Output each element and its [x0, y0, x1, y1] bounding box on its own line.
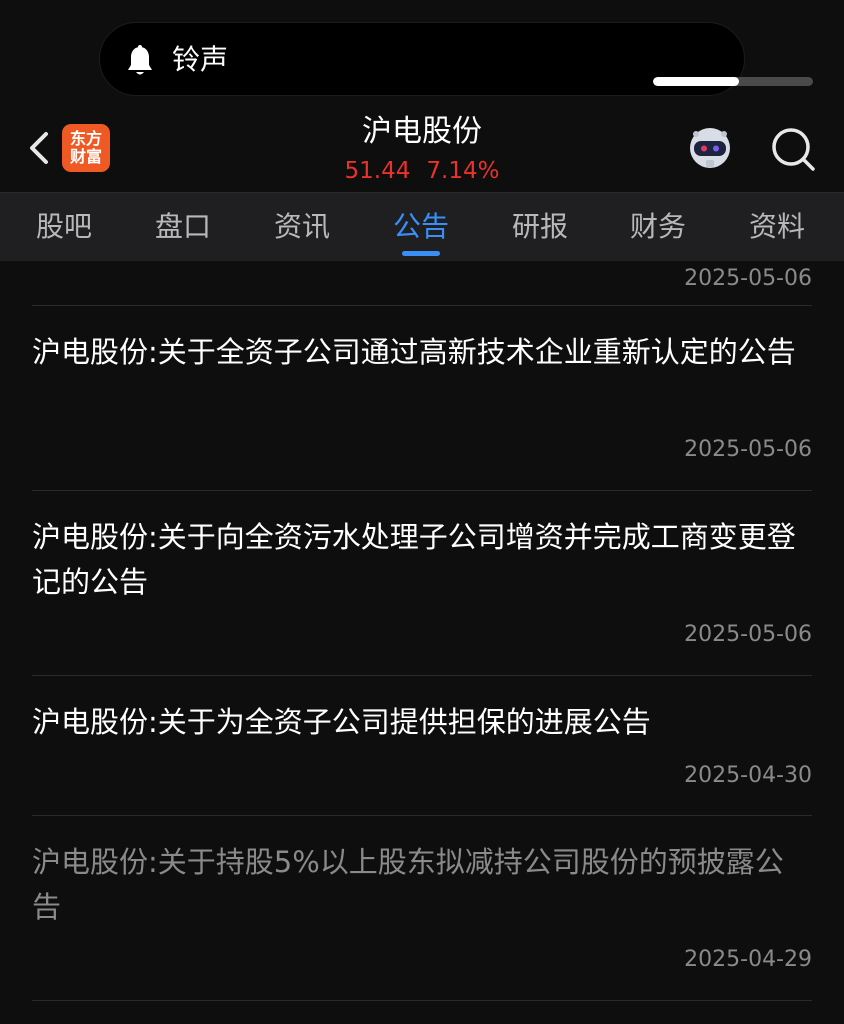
- app-screen: 铃声 东方 财富 沪电股份 51.44 7.14% 股吧 盘口 资讯 公告 研报…: [0, 0, 844, 1024]
- volume-bar: [653, 77, 813, 86]
- stock-price: 51.44: [344, 158, 411, 184]
- announcement-date: 2025-04-29: [684, 947, 812, 972]
- announcement-title: 沪电股份:关于向全资污水处理子公司增资并完成工商变更登记的公告: [32, 520, 796, 599]
- search-icon[interactable]: [770, 126, 816, 172]
- volume-level: [653, 77, 740, 86]
- announcement-item[interactable]: 沪电股份:关于向全资污水处理子公司增资并完成工商变更登记的公告 2025-05-…: [32, 491, 812, 676]
- tab-bar: 股吧 盘口 资讯 公告 研报 财务 资料: [0, 192, 844, 261]
- tab-label: 盘口: [154, 210, 211, 243]
- tab-label: 资料: [748, 210, 805, 243]
- stock-change-percent: 7.14%: [426, 158, 500, 184]
- tab-label: 研报: [511, 210, 568, 243]
- bell-icon: [128, 45, 152, 75]
- stock-header: 东方 财富 沪电股份 51.44 7.14%: [0, 100, 844, 192]
- announcement-list: 2025-05-06 沪电股份:关于全资子公司通过高新技术企业重新认定的公告 2…: [0, 261, 844, 1024]
- announcement-date: 2025-04-30: [684, 763, 812, 788]
- announcement-title: 沪电股份:关于为全资子公司提供担保的进展公告: [32, 705, 651, 739]
- announcement-item[interactable]: 沪电股份:关于全资子公司通过高新技术企业重新认定的公告 2025-05-06: [32, 306, 812, 491]
- announcement-title: 沪电股份:关于全资子公司通过高新技术企业重新认定的公告: [32, 335, 796, 369]
- tab-profile[interactable]: 资料: [727, 193, 827, 262]
- tab-label: 资讯: [273, 210, 330, 243]
- tab-label: 公告: [392, 210, 449, 243]
- announcement-date: 2025-05-06: [684, 622, 812, 647]
- tab-announcements[interactable]: 公告: [371, 193, 471, 262]
- active-tab-indicator: [402, 251, 440, 256]
- ringer-indicator: 铃声: [99, 22, 813, 96]
- announcement-date: 2025-05-06: [684, 266, 812, 291]
- tab-label: 股吧: [35, 210, 92, 243]
- announcement-item[interactable]: 沪电股份:关于为全资子公司提供担保的进展公告 2025-04-30: [32, 676, 812, 816]
- tab-finance[interactable]: 财务: [608, 193, 708, 262]
- robot-assistant-icon[interactable]: [686, 124, 734, 172]
- tab-label: 财务: [629, 210, 686, 243]
- announcement-title: 沪电股份:关于持股5%以上股东拟减持公司股份的预披露公告: [32, 845, 784, 924]
- tab-pankou[interactable]: 盘口: [133, 193, 233, 262]
- announcement-date: 2025-05-06: [684, 437, 812, 462]
- tab-news[interactable]: 资讯: [252, 193, 352, 262]
- tab-research[interactable]: 研报: [490, 193, 590, 262]
- tab-guba[interactable]: 股吧: [14, 193, 114, 262]
- ringer-label: 铃声: [172, 43, 229, 76]
- announcement-item[interactable]: 2025-05-06: [32, 261, 812, 306]
- announcement-item[interactable]: 沪电股份:关于持股5%以上股东拟减持公司股份的预披露公告 2025-04-29: [32, 816, 812, 1001]
